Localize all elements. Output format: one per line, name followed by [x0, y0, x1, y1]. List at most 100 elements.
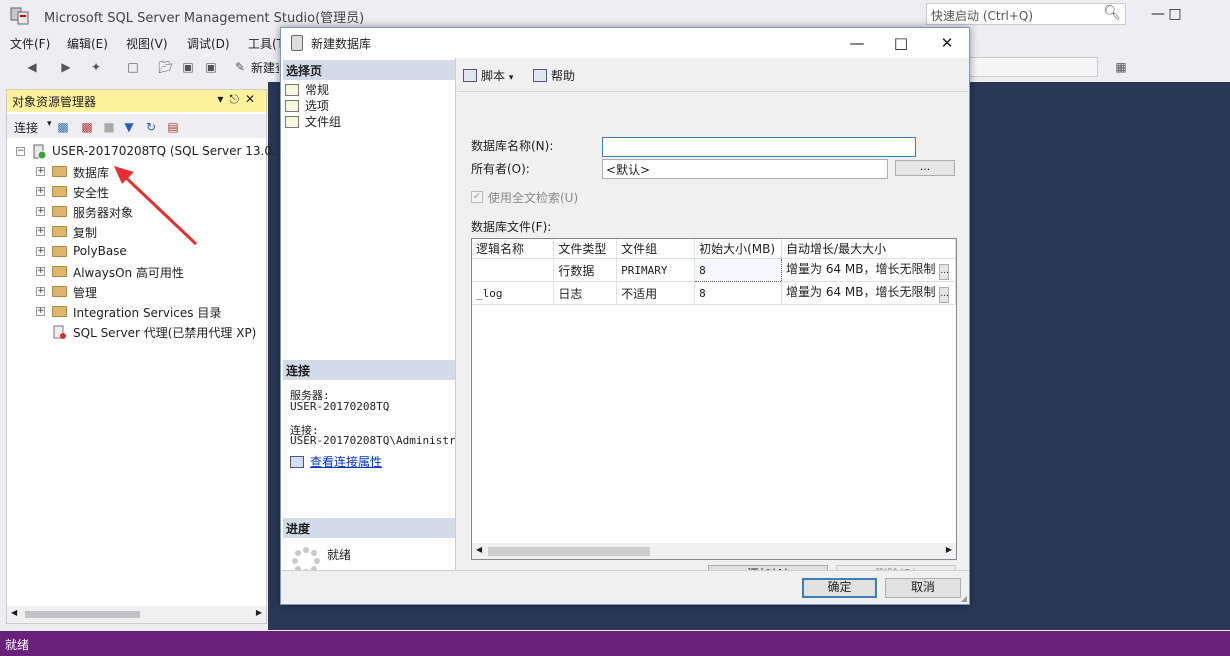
disconnect-icon[interactable]: ▩	[79, 119, 95, 135]
owner-browse-button[interactable]: ...	[895, 160, 955, 176]
folder-icon	[52, 186, 67, 197]
db-name-input[interactable]	[602, 137, 916, 157]
page-filegroups[interactable]: 文件组	[285, 113, 341, 130]
properties-icon[interactable]: ▦	[1113, 59, 1129, 75]
save-icon[interactable]: ▣	[180, 59, 196, 75]
object-explorer-toolbar: 连接 ▾ ▩ ▩ ■ ▼ ↻ ▤	[7, 114, 266, 138]
column-header-initial-size[interactable]: 初始大小(MB)	[694, 239, 783, 259]
column-header-logical-name[interactable]: 逻辑名称	[472, 239, 555, 259]
scroll-left-icon[interactable]: ◀	[476, 545, 482, 554]
red-arrow-annotation	[110, 162, 210, 252]
expand-icon[interactable]: +	[36, 307, 45, 316]
new-query-button[interactable]: 新建查询	[251, 59, 279, 76]
back-icon[interactable]: ◀	[24, 59, 40, 75]
cell-logical-name[interactable]	[472, 258, 555, 282]
view-connection-properties[interactable]: 查看连接属性	[290, 453, 382, 470]
view-connection-properties-link[interactable]: 查看连接属性	[310, 455, 382, 469]
column-header-file-type[interactable]: 文件类型	[553, 239, 618, 259]
dialog-title: 新建数据库	[311, 37, 372, 51]
menu-debug[interactable]: 调试(D)	[187, 35, 230, 52]
expand-icon[interactable]: +	[36, 207, 45, 216]
filter-icon[interactable]: ▼	[121, 119, 137, 135]
menu-view[interactable]: 视图(V)	[126, 35, 168, 52]
forward-icon[interactable]: ▶	[58, 59, 74, 75]
ok-button[interactable]: 确定	[802, 578, 877, 598]
cell-file-type[interactable]: 日志	[553, 281, 618, 305]
expand-icon[interactable]: +	[36, 247, 45, 256]
dropdown-icon[interactable]: ▾	[217, 92, 229, 106]
scroll-thumb[interactable]	[25, 611, 140, 618]
maximize-icon[interactable]: □	[1160, 4, 1190, 26]
scroll-thumb[interactable]	[488, 547, 650, 556]
menu-edit[interactable]: 编辑(E)	[67, 35, 108, 52]
pin-icon[interactable]: ⎋	[229, 92, 245, 106]
minimize-icon[interactable]: —	[837, 32, 877, 54]
expand-icon[interactable]: +	[36, 167, 45, 176]
expand-icon[interactable]: +	[36, 227, 45, 236]
connect-object-icon[interactable]: ▩	[55, 119, 71, 135]
scroll-right-icon[interactable]: ▶	[256, 608, 262, 617]
chevron-down-icon[interactable]: ▾	[47, 119, 52, 129]
cancel-button[interactable]: 取消	[885, 578, 961, 598]
expand-icon[interactable]: +	[36, 267, 45, 276]
scroll-right-icon[interactable]: ▶	[946, 545, 952, 554]
refresh-icon[interactable]: ↻	[143, 119, 159, 135]
connect-button[interactable]: 连接	[14, 119, 38, 136]
folder-icon	[52, 306, 67, 317]
tree-server-node[interactable]: − USER-20170208TQ (SQL Server 13.0.	[16, 143, 276, 163]
column-header-autogrowth[interactable]: 自动增长/最大大小	[781, 239, 956, 259]
cell-file-type[interactable]: 行数据	[553, 258, 618, 282]
server-icon	[32, 144, 47, 160]
fulltext-checkbox[interactable]: ✓	[471, 191, 483, 203]
object-explorer-hscrollbar[interactable]: ◀ ▶	[7, 606, 266, 623]
column-header-filegroup[interactable]: 文件组	[616, 239, 696, 259]
close-icon[interactable]: ✕	[927, 32, 967, 54]
collapse-icon[interactable]: −	[16, 147, 25, 156]
grid-hscrollbar[interactable]: ◀ ▶	[472, 543, 956, 559]
tree-item-label: 复制	[73, 226, 98, 240]
search-icon: 🔍︎	[1103, 5, 1121, 21]
page-icon	[285, 100, 299, 112]
folder-icon	[52, 246, 67, 257]
tree-item-label: 安全性	[73, 186, 110, 200]
folder-icon	[52, 226, 67, 237]
menu-file[interactable]: 文件(F)	[10, 35, 50, 52]
connection-value: USER-20170208TQ\Administrator	[290, 434, 455, 447]
solution-config-dropdown[interactable]	[968, 57, 1098, 77]
cell-autogrowth[interactable]: 增量为 64 MB，增长无限制 ...	[781, 281, 956, 305]
quick-launch-placeholder: 快速启动 (Ctrl+Q)	[931, 9, 1034, 23]
cell-logical-name[interactable]: _log	[472, 281, 555, 305]
close-icon[interactable]: ✕	[245, 92, 261, 106]
resize-grip-icon[interactable]: ◢	[961, 594, 967, 603]
new-project-icon[interactable]: ✦	[88, 59, 104, 75]
stop-icon[interactable]: ■	[101, 119, 117, 135]
db-files-label: 数据库文件(F):	[471, 220, 552, 234]
open-file-icon[interactable]: 📂︎	[158, 59, 174, 75]
save-all-icon[interactable]: ▣	[203, 59, 219, 75]
page-options[interactable]: 选项	[285, 97, 329, 114]
cell-initial-size[interactable]: 8	[694, 281, 783, 305]
quick-launch-input[interactable]: 快速启动 (Ctrl+Q) 🔍︎	[926, 3, 1126, 25]
db-files-grid[interactable]: 逻辑名称 文件类型 文件组 初始大小(MB) 自动增长/最大大小 行数据 PRI…	[471, 238, 957, 560]
script-button[interactable]: 脚本 ▾	[463, 67, 513, 84]
autogrowth-edit-button[interactable]: ...	[939, 287, 950, 303]
autogrowth-edit-button[interactable]: ...	[939, 264, 950, 280]
table-row[interactable]: _log 日志 不适用 8 增量为 64 MB，增长无限制 ...	[472, 281, 956, 305]
page-general[interactable]: 常规	[285, 81, 329, 98]
cell-autogrowth[interactable]: 增量为 64 MB，增长无限制 ...	[781, 258, 956, 282]
page-label: 文件组	[305, 115, 342, 129]
expand-icon[interactable]: +	[36, 187, 45, 196]
new-query-icon[interactable]: ✎	[232, 59, 248, 75]
add-item-icon[interactable]: □	[125, 59, 141, 75]
scroll-left-icon[interactable]: ◀	[11, 608, 17, 617]
cell-initial-size[interactable]: 8	[694, 258, 783, 282]
cell-filegroup[interactable]: 不适用	[616, 281, 696, 305]
maximize-icon[interactable]: □	[881, 32, 921, 54]
table-row[interactable]: 行数据 PRIMARY 8 增量为 64 MB，增长无限制 ...	[472, 258, 956, 282]
expand-icon[interactable]: +	[36, 287, 45, 296]
activity-monitor-icon[interactable]: ▤	[165, 119, 181, 135]
progress-status: 就绪	[327, 548, 352, 562]
owner-input[interactable]: <默认>	[602, 159, 888, 179]
help-button[interactable]: 帮助	[533, 67, 575, 84]
cell-filegroup[interactable]: PRIMARY	[616, 258, 696, 282]
